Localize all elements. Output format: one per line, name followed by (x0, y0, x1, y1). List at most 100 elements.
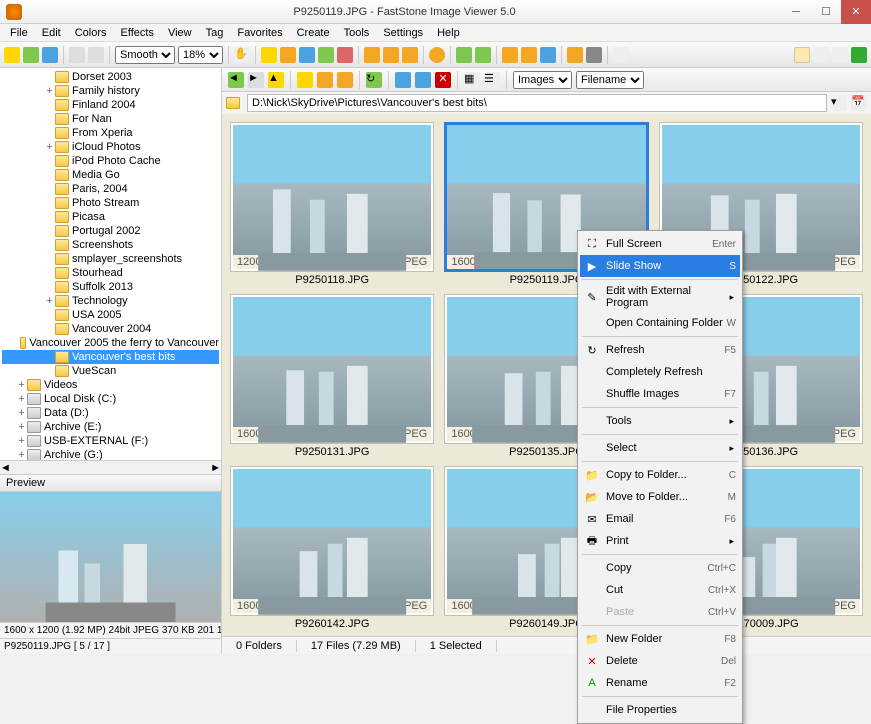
fav1-icon[interactable] (297, 72, 313, 88)
expand-icon[interactable]: + (16, 435, 27, 447)
tree-item[interactable]: Suffolk 2013 (2, 280, 219, 294)
menu-item-open-containing-folder[interactable]: Open Containing FolderW (580, 312, 740, 334)
tree-item[interactable]: Screenshots (2, 238, 219, 252)
menu-file[interactable]: File (4, 26, 34, 40)
tree-item[interactable]: Paris, 2004 (2, 182, 219, 196)
menu-item-delete[interactable]: ✕DeleteDel (580, 650, 740, 672)
refresh-icon[interactable]: ↻ (366, 72, 382, 88)
menu-tag[interactable]: Tag (200, 26, 230, 40)
tree-item[interactable]: +Data (D:) (2, 406, 219, 420)
save-icon[interactable] (23, 47, 39, 63)
print-icon[interactable] (586, 47, 602, 63)
tree-item[interactable]: +Local Disk (C:) (2, 392, 219, 406)
tree-item[interactable]: Photo Stream (2, 196, 219, 210)
expand-icon[interactable]: + (16, 379, 27, 391)
thumbnail[interactable]: 1600x1200JPEGP9260142.JPG (230, 466, 434, 632)
maximize-button[interactable]: ☐ (811, 0, 841, 24)
menu-help[interactable]: Help (431, 26, 466, 40)
menu-effects[interactable]: Effects (115, 26, 160, 40)
menu-colors[interactable]: Colors (69, 26, 113, 40)
menu-item-select[interactable]: Select▸ (580, 437, 740, 459)
menu-item-file-properties[interactable]: File Properties (580, 699, 740, 721)
sort-select[interactable]: Filename (576, 71, 644, 89)
close-button[interactable]: ✕ (841, 0, 871, 24)
tree-item[interactable]: Portugal 2002 (2, 224, 219, 238)
path-go-icon[interactable]: ▾ (831, 95, 847, 111)
tree-item[interactable]: Finland 2004 (2, 98, 219, 112)
menu-item-slide-show[interactable]: ▶Slide ShowS (580, 255, 740, 277)
tree-item[interactable]: +Family history (2, 84, 219, 98)
tree-item[interactable]: +Archive (E:) (2, 420, 219, 434)
rotate-right-icon[interactable] (383, 47, 399, 63)
menu-view[interactable]: View (162, 26, 198, 40)
fav2-icon[interactable] (317, 72, 333, 88)
tool4-icon[interactable] (318, 47, 334, 63)
filter-select[interactable]: Images (513, 71, 572, 89)
menu-item-cut[interactable]: CutCtrl+X (580, 579, 740, 601)
tree-item[interactable]: VueScan (2, 364, 219, 378)
tree-item[interactable]: Stourhead (2, 266, 219, 280)
menu-item-completely-refresh[interactable]: Completely Refresh (580, 361, 740, 383)
menu-item-print[interactable]: 🖶Print▸ (580, 530, 740, 552)
menu-item-refresh[interactable]: ↻RefreshF5 (580, 339, 740, 361)
tool1-icon[interactable] (261, 47, 277, 63)
menu-settings[interactable]: Settings (377, 26, 429, 40)
thumbnails-area[interactable]: 1200x1600JPEGP9250118.JPG1600x1200JPEGP9… (222, 114, 871, 636)
menu-create[interactable]: Create (291, 26, 336, 40)
expand-icon[interactable]: + (16, 421, 27, 433)
redo-icon[interactable] (88, 47, 104, 63)
menu-item-shuffle-images[interactable]: Shuffle ImagesF7 (580, 383, 740, 405)
expand-icon[interactable]: + (16, 393, 27, 405)
fav3-icon[interactable] (337, 72, 353, 88)
menu-edit[interactable]: Edit (36, 26, 67, 40)
expand-icon[interactable]: + (16, 449, 27, 460)
tree-item[interactable]: +Technology (2, 294, 219, 308)
tool2-icon[interactable] (280, 47, 296, 63)
thumbnail[interactable]: 1200x1600JPEGP9250118.JPG (230, 122, 434, 288)
email-icon[interactable] (540, 47, 556, 63)
tree-item[interactable]: iPod Photo Cache (2, 154, 219, 168)
tree-item[interactable]: For Nan (2, 112, 219, 126)
crop-icon[interactable] (475, 47, 491, 63)
resize-icon[interactable] (456, 47, 472, 63)
tool3-icon[interactable] (299, 47, 315, 63)
tool5-icon[interactable] (337, 47, 353, 63)
viewmode2-icon[interactable]: ☰ (484, 72, 500, 88)
menu-item-email[interactable]: ✉EmailF6 (580, 508, 740, 530)
folder-tree[interactable]: Dorset 2003+Family historyFinland 2004Fo… (0, 68, 221, 460)
folder2-icon[interactable] (521, 47, 537, 63)
thumbnail[interactable]: 1600x1200JPEGP9250131.JPG (230, 294, 434, 460)
brightness-icon[interactable] (429, 47, 445, 63)
menu-item-tools[interactable]: Tools▸ (580, 410, 740, 432)
tree-item[interactable]: +USB-EXTERNAL (F:) (2, 434, 219, 448)
delete-icon[interactable]: ✕ (435, 72, 451, 88)
tree-item[interactable]: Picasa (2, 210, 219, 224)
minimize-button[interactable]: ─ (781, 0, 811, 24)
view3-icon[interactable] (832, 47, 848, 63)
rotate-left-icon[interactable] (364, 47, 380, 63)
expand-icon[interactable]: + (44, 295, 55, 307)
flip-icon[interactable] (402, 47, 418, 63)
saveas-icon[interactable] (42, 47, 58, 63)
view2-icon[interactable] (813, 47, 829, 63)
view1-icon[interactable] (794, 47, 810, 63)
tree-item[interactable]: +Videos (2, 378, 219, 392)
open-icon[interactable] (4, 47, 20, 63)
menu-item-new-folder[interactable]: 📁New FolderF8 (580, 628, 740, 650)
tree-item[interactable]: USA 2005 (2, 308, 219, 322)
preview-image[interactable] (0, 492, 221, 622)
path-input[interactable] (247, 94, 827, 112)
up-icon[interactable]: ▲ (268, 72, 284, 88)
menu-item-edit-with-external-program[interactable]: ✎Edit with External Program▸ (580, 282, 740, 312)
slideshow-icon[interactable] (851, 47, 867, 63)
copy-icon[interactable] (395, 72, 411, 88)
menu-item-rename[interactable]: ARenameF2 (580, 672, 740, 694)
menu-item-move-to-folder-[interactable]: 📂Move to Folder...M (580, 486, 740, 508)
hand-icon[interactable]: ✋ (234, 47, 250, 63)
settings-icon[interactable] (613, 47, 629, 63)
menu-tools[interactable]: Tools (338, 26, 376, 40)
back-icon[interactable]: ◄ (228, 72, 244, 88)
path-cal-icon[interactable]: 📅 (851, 95, 867, 111)
expand-icon[interactable]: + (44, 85, 55, 97)
menu-item-full-screen[interactable]: ⛶Full ScreenEnter (580, 233, 740, 255)
